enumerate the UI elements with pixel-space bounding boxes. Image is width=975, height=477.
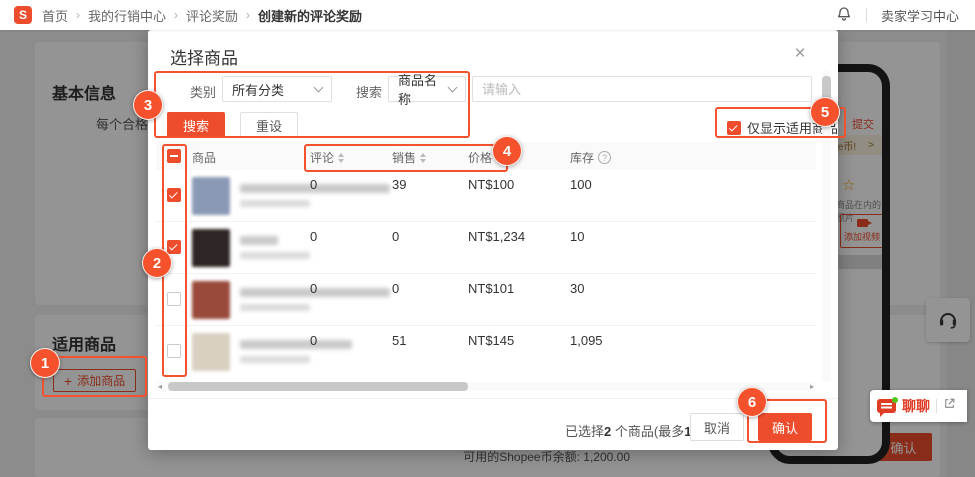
product-image xyxy=(192,177,230,215)
chat-label: 聊聊 xyxy=(902,396,930,416)
product-subtext-blurred xyxy=(240,200,310,207)
horizontal-scrollbar[interactable]: ◂ ▸ xyxy=(156,382,816,391)
modal-footer: 已选择2 个商品(最多100个) 取消 确认 xyxy=(148,398,838,450)
chat-widget[interactable]: 聊聊 xyxy=(870,390,967,422)
modal-title: 选择商品 xyxy=(170,44,238,69)
breadcrumb-current-page: 创建新的评论奖励 xyxy=(258,6,362,25)
product-subtext-blurred xyxy=(240,252,310,259)
cell-stock: 100 xyxy=(570,177,592,192)
product-subtext-blurred xyxy=(240,356,310,363)
cell-comments: 0 xyxy=(310,333,317,348)
cell-stock: 30 xyxy=(570,281,584,296)
table-row[interactable]: 0 0 NT$101 30 xyxy=(156,274,816,326)
annotation-box-sort-columns xyxy=(304,144,508,172)
help-question-icon[interactable] xyxy=(598,151,611,164)
scroll-right-arrow-icon[interactable]: ▸ xyxy=(810,382,814,391)
product-name-blurred xyxy=(240,340,352,349)
scroll-left-arrow-icon[interactable]: ◂ xyxy=(158,382,162,391)
chevron-right-icon xyxy=(174,8,178,22)
column-product: 商品 xyxy=(192,149,216,166)
cell-comments: 0 xyxy=(310,177,317,192)
close-icon[interactable]: × xyxy=(788,42,812,66)
cell-price: NT$1,234 xyxy=(468,229,525,244)
annotation-step-4: 4 xyxy=(492,136,522,166)
table-row[interactable]: 0 51 NT$145 1,095 xyxy=(156,326,816,378)
cell-comments: 0 xyxy=(310,281,317,296)
cell-sales: 51 xyxy=(392,333,406,348)
divider xyxy=(866,8,867,22)
chat-bubble-icon xyxy=(877,399,896,413)
cell-sales: 0 xyxy=(392,229,399,244)
product-image xyxy=(192,281,230,319)
cell-stock: 1,095 xyxy=(570,333,603,348)
cell-sales: 0 xyxy=(392,281,399,296)
modal-cancel-button[interactable]: 取消 xyxy=(690,413,744,441)
annotation-step-5: 5 xyxy=(810,97,840,127)
popout-icon[interactable] xyxy=(943,397,956,415)
keyword-input[interactable] xyxy=(472,76,812,102)
annotation-step-2: 2 xyxy=(142,248,172,278)
annotation-step-1: 1 xyxy=(30,348,60,378)
chevron-right-icon xyxy=(246,8,250,22)
annotation-box-filters xyxy=(154,71,470,138)
cell-sales: 39 xyxy=(392,177,406,192)
breadcrumb: 首页 我的行销中心 评论奖励 创建新的评论奖励 xyxy=(42,6,370,25)
notification-bell-icon[interactable] xyxy=(836,6,852,25)
table-row[interactable]: 0 0 NT$1,234 10 xyxy=(156,222,816,274)
online-status-dot xyxy=(892,397,898,403)
product-image xyxy=(192,229,230,267)
column-stock: 库存 xyxy=(570,149,611,166)
horizontal-scroll-thumb[interactable] xyxy=(168,382,468,391)
divider xyxy=(936,399,937,413)
seller-learning-center-link[interactable]: 卖家学习中心 xyxy=(881,6,959,25)
breadcrumb-review-reward[interactable]: 评论奖励 xyxy=(186,6,238,25)
chevron-right-icon xyxy=(76,8,80,22)
breadcrumb-home[interactable]: 首页 xyxy=(42,6,68,25)
cell-price: NT$100 xyxy=(468,177,514,192)
cell-comments: 0 xyxy=(310,229,317,244)
breadcrumb-marketing-center[interactable]: 我的行销中心 xyxy=(88,6,166,25)
product-subtext-blurred xyxy=(240,304,310,311)
table-row[interactable]: 0 39 NT$100 100 xyxy=(156,170,816,222)
shopee-logo-icon[interactable]: S xyxy=(14,6,32,24)
annotation-step-3: 3 xyxy=(133,90,163,120)
cell-stock: 10 xyxy=(570,229,584,244)
annotation-step-6: 6 xyxy=(737,387,767,417)
top-navigation-bar: S 首页 我的行销中心 评论奖励 创建新的评论奖励 卖家学习中心 xyxy=(0,0,975,30)
cell-price: NT$101 xyxy=(468,281,514,296)
product-image xyxy=(192,333,230,371)
product-name-blurred xyxy=(240,236,278,245)
screen: S 首页 我的行销中心 评论奖励 创建新的评论奖励 卖家学习中心 基本信息 每个… xyxy=(0,0,975,477)
cell-price: NT$145 xyxy=(468,333,514,348)
